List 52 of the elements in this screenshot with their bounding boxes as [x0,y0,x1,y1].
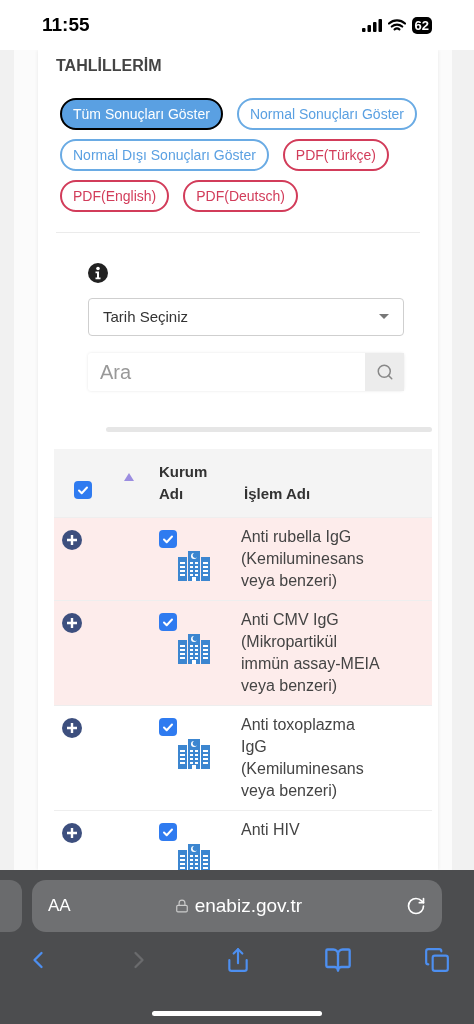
address-bar[interactable]: AA enabiz.gov.tr [32,880,442,932]
expand-plus-icon[interactable] [62,613,82,633]
column-header[interactable]: İşlem Adı [244,485,311,502]
filter-button[interactable]: Normal Sonuçları Göster [236,98,417,130]
select-all-checkbox[interactable] [74,481,92,499]
dropdown-caret-icon [379,314,389,320]
row-checkbox[interactable] [159,718,177,736]
tabs-icon[interactable] [424,947,450,973]
expand-plus-icon[interactable] [62,530,82,550]
table-row[interactable]: Anti HIV [54,810,432,870]
test-name: Anti HIV [241,820,301,840]
section-title: TAHLİLLERİM [56,56,163,76]
hospital-building-icon [178,634,210,664]
search-icon [375,363,394,381]
checkmark-icon [162,533,174,545]
checkmark-icon [77,484,89,496]
row-checkbox[interactable] [159,530,177,548]
hospital-building-icon [178,551,210,581]
filter-button[interactable]: Normal Dışı Sonuçları Göster [60,139,269,171]
pdf-download-button[interactable]: PDF(Deutsch) [183,180,298,212]
pdf-download-button[interactable]: PDF(English) [60,180,170,212]
hospital-building-icon [178,739,210,769]
search-button[interactable] [365,353,404,391]
battery-level: 62 [411,16,432,34]
info-icon[interactable] [88,263,108,283]
test-name: Anti rubella IgG (Kemiluminesans veya benzeri) [241,527,365,591]
row-checkbox[interactable] [159,613,177,631]
date-select[interactable]: Tarih Seçiniz [88,298,404,336]
checkmark-icon [162,826,174,838]
checkmark-icon [162,721,174,733]
status-time: 11:55 [42,12,90,37]
wifi-icon [387,18,406,32]
table-row[interactable]: Anti rubella IgG (Kemiluminesans veya benzeri) [54,517,432,600]
url-text: enabiz.gov.tr [194,893,303,918]
share-icon[interactable] [225,947,251,973]
checkmark-icon [162,616,174,628]
table-row[interactable]: Anti CMV IgG (Mikropartikül immün assay-MEIA veya benzeri) [54,600,432,705]
filter-button[interactable]: Tüm Sonuçları Göster [60,98,223,130]
bookmarks-icon[interactable] [323,946,352,974]
test-name: Anti CMV IgG (Mikropartikül immün assay-MEIA veya benzeri) [241,610,381,696]
search-field[interactable]: Ara [88,353,365,391]
pdf-download-button[interactable]: PDF(Türkçe) [282,139,389,171]
expand-plus-icon[interactable] [62,718,82,738]
lock-icon [174,899,189,913]
expand-plus-icon[interactable] [62,823,82,843]
test-name: Anti toxoplazma IgG (Kemiluminesans veya benzeri) [241,715,365,801]
reload-icon[interactable] [406,896,426,916]
signal-icon [361,18,382,32]
column-header[interactable]: Kurum Adı [159,461,219,505]
text-size-button[interactable]: AA [48,893,71,919]
row-checkbox[interactable] [159,823,177,841]
sort-ascending-icon[interactable] [124,473,134,481]
